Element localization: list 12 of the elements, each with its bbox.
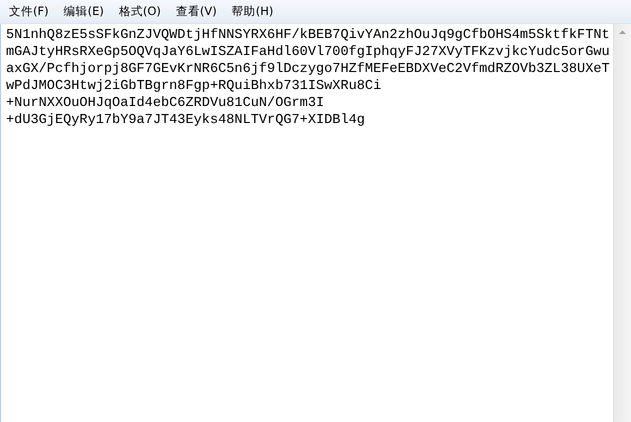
menu-item[interactable]: 帮助(H) (224, 4, 282, 19)
scrollbar[interactable] (613, 24, 631, 422)
text-line: wPdJMOC3Htwj2iGbTBgrn8Fgp+RQuiBhxb731ISwXRu8Ci (6, 78, 382, 95)
text-line: +NurNXXOuOHJqOaId4ebC6ZRDVu81CuN/OGrm3I (6, 95, 324, 112)
text-line: 5N1nhQ8zE5sSFkGnZJVQWDtjHfNNSYRX6HF/kBEB7QivYAn2zhOuJq9gCfbOHS4m5SktfkFTNt (6, 27, 610, 44)
menu-item[interactable]: 查看(V) (168, 4, 225, 19)
text-line: axGX/Pcfhjorpj8GF7GEvKrNR6C5n6jf9lDczygo7HZfMEFeEBDXVeC2VfmdRZOVb3ZL38UXeT (6, 61, 610, 78)
menu-item[interactable]: 编辑(E) (56, 4, 112, 19)
menu-item[interactable]: 格式(O) (112, 4, 169, 19)
text-line: +dU3GjEQyRy17bY9a7JT43Eyks48NLTVrQG7+XIDBl4g (6, 112, 365, 129)
menu-item[interactable]: 文件(F) (2, 4, 57, 19)
text-line: mGAJtyHRsRXeGp5OQVqJaY6LwISZAIFaHdl60Vl700fgIphqyFJ27XVyTFKzvjkcYudc5orGwu (6, 44, 610, 61)
